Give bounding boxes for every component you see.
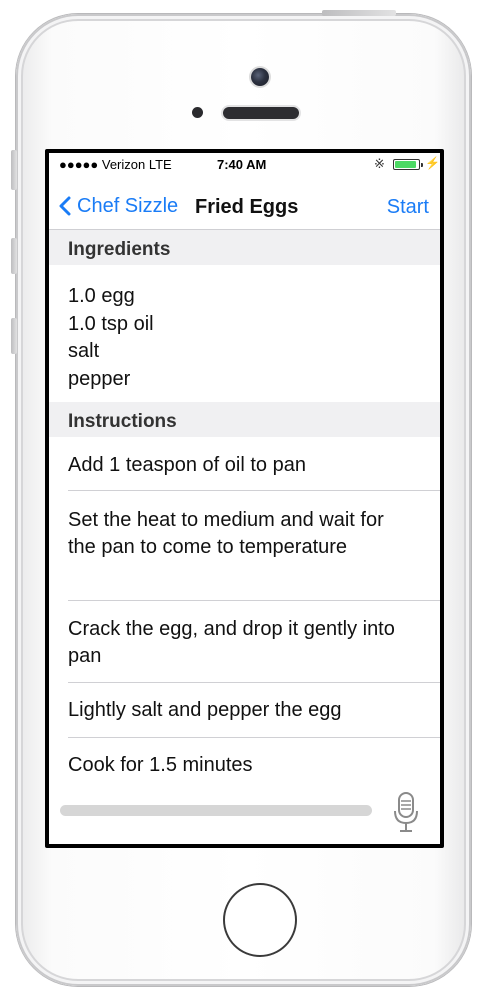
home-button[interactable] xyxy=(223,883,297,957)
start-button[interactable]: Start xyxy=(387,196,429,219)
instruction-step[interactable]: Crack the egg, and drop it gently into p… xyxy=(68,616,416,670)
ingredients-header-label: Ingredients xyxy=(68,239,171,260)
instructions-header-label: Instructions xyxy=(68,411,177,432)
ingredients-header: Ingredients xyxy=(49,230,440,265)
instruction-step[interactable]: Set the heat to medium and wait for the … xyxy=(68,507,416,561)
audio-level-bar xyxy=(60,805,372,816)
row-divider xyxy=(68,490,440,491)
ingredient-item: pepper xyxy=(68,367,131,390)
instruction-step[interactable]: Add 1 teaspon of oil to pan xyxy=(68,452,440,479)
page-title: Fried Eggs xyxy=(195,196,299,218)
ingredients-list: 1.0 egg 1.0 tsp oil salt pepper xyxy=(68,283,154,393)
instruction-step[interactable]: Cook for 1.5 minutes xyxy=(68,752,440,779)
bluetooth-icon: ※ xyxy=(374,156,385,171)
instruction-step[interactable]: Lightly salt and pepper the egg xyxy=(68,697,440,724)
microphone-icon[interactable] xyxy=(392,791,420,833)
ingredient-item: salt xyxy=(68,340,100,362)
navigation-bar: Chef Sizzle Fried Eggs Start xyxy=(49,183,440,230)
ingredient-item: 1.0 egg xyxy=(68,285,135,307)
clock: 7:40 AM xyxy=(217,157,267,172)
battery-fill xyxy=(395,161,416,168)
row-divider xyxy=(68,600,440,601)
volume-down-button[interactable] xyxy=(11,318,17,354)
back-button[interactable]: Chef Sizzle xyxy=(59,193,178,219)
battery-nub xyxy=(421,163,423,167)
carrier-label: ●●●●● Verizon LTE xyxy=(59,157,172,172)
status-bar: ●●●●● Verizon LTE 7:40 AM ※ ⚡ xyxy=(49,153,440,175)
volume-up-button[interactable] xyxy=(11,238,17,274)
mute-switch[interactable] xyxy=(11,150,17,190)
instructions-header: Instructions xyxy=(49,402,440,437)
charging-icon: ⚡ xyxy=(425,156,440,170)
row-divider xyxy=(68,737,440,738)
ingredient-item: 1.0 tsp oil xyxy=(68,312,154,335)
earpiece-speaker xyxy=(223,107,299,119)
screen: ●●●●● Verizon LTE 7:40 AM ※ ⚡ Chef Sizzl… xyxy=(45,149,444,848)
power-button[interactable] xyxy=(322,10,396,16)
app-display: ●●●●● Verizon LTE 7:40 AM ※ ⚡ Chef Sizzl… xyxy=(49,153,440,844)
chevron-left-icon xyxy=(59,196,71,216)
front-camera xyxy=(251,68,269,86)
battery-icon xyxy=(393,159,423,170)
proximity-sensor xyxy=(192,107,203,118)
row-divider xyxy=(68,682,440,683)
back-button-label: Chef Sizzle xyxy=(77,194,179,217)
